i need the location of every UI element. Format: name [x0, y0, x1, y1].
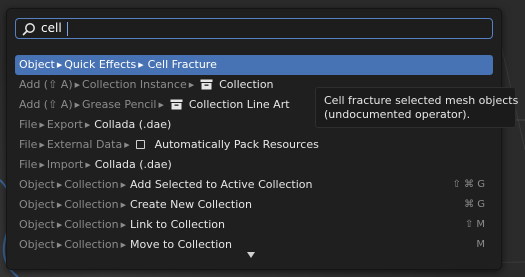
collection-icon [200, 79, 213, 90]
breadcrumb-arrow-icon: ▶ [120, 201, 127, 209]
breadcrumb-segment: External Data [46, 138, 123, 151]
result-item-label: Move to Collection [130, 238, 232, 251]
down-arrow-icon[interactable] [246, 251, 256, 259]
breadcrumb-arrow-icon: ▶ [39, 121, 45, 129]
search-result-row[interactable]: Object ▶ Collection ▶ Link to Collection ⇧ M [15, 215, 493, 235]
result-item-label: Collection Line Art [188, 98, 290, 111]
breadcrumb-segment: Collection Instance [82, 78, 187, 91]
result-item-label: Link to Collection [130, 218, 226, 231]
search-result-row[interactable]: File ▶ External Data ▶ Automatically Pack Re… [15, 135, 493, 155]
result-item-label: Add Selected to Active Collection [130, 178, 313, 191]
search-result-row[interactable]: Object ▶ Collection ▶ Add Selected to Active… [15, 175, 493, 195]
breadcrumb-arrow-icon: ▶ [74, 81, 81, 89]
breadcrumb-segment: Object [19, 198, 55, 211]
breadcrumb-segment: Import [46, 158, 84, 171]
breadcrumb-arrow-icon: ▶ [39, 161, 45, 169]
text-caret [67, 22, 68, 36]
result-item-label: Cell Fracture [147, 58, 217, 71]
result-item-label: Automatically Pack Resources [154, 138, 319, 151]
breadcrumb-segment: Object [19, 178, 55, 191]
search-result-row[interactable]: Object ▶ Collection ▶ Create New Collection ⌘… [15, 195, 493, 215]
breadcrumb-segment: Collection [64, 218, 119, 231]
checkbox-icon [135, 140, 145, 149]
breadcrumb-segment: Collection [64, 238, 119, 251]
collection-icon [170, 99, 183, 110]
breadcrumb-arrow-icon: ▶ [39, 141, 45, 149]
breadcrumb-segment: Collection [64, 178, 119, 191]
breadcrumb-segment: Object [19, 58, 55, 71]
breadcrumb-segment: Add (⇧ A) [19, 78, 73, 91]
result-item-label: Collada (.dae) [94, 158, 172, 171]
keyboard-shortcut: ⇧ ⌘ G [452, 179, 486, 190]
breadcrumb-arrow-icon: ▶ [56, 61, 63, 69]
breadcrumb-segment: Quick Effects [64, 58, 137, 71]
breadcrumb-arrow-icon: ▶ [158, 101, 164, 109]
search-input[interactable]: cell [15, 18, 493, 39]
breadcrumb-arrow-icon: ▶ [56, 221, 63, 229]
breadcrumb-arrow-icon: ▶ [56, 201, 63, 209]
breadcrumb-segment: Add (⇧ A) [19, 98, 73, 111]
breadcrumb-arrow-icon: ▶ [120, 181, 127, 189]
breadcrumb-segment: File [19, 118, 38, 131]
search-results-list: Object ▶ Quick Effects ▶ Cell Fracture Add (⇧… [15, 55, 493, 255]
search-input-text: cell [41, 21, 62, 35]
search-icon [22, 23, 35, 36]
search-result-row[interactable]: Object ▶ Quick Effects ▶ Cell Fracture [15, 55, 493, 75]
breadcrumb-arrow-icon: ▶ [56, 181, 63, 189]
tooltip: Cell fracture selected mesh objects (und… [315, 87, 519, 128]
breadcrumb-arrow-icon: ▶ [188, 81, 195, 89]
breadcrumb-segment: Export [46, 118, 83, 131]
breadcrumb-arrow-icon: ▶ [84, 121, 91, 129]
breadcrumb-segment: Grease Pencil [82, 98, 157, 111]
keyboard-shortcut: ⇧ M [464, 219, 485, 230]
keyboard-shortcut: ⌘ G [464, 199, 485, 210]
operator-search-popup: cell Object ▶ Quick Effects ▶ Cell Fracture A… [6, 8, 502, 270]
breadcrumb-segment: Object [19, 238, 55, 251]
breadcrumb-arrow-icon: ▶ [74, 101, 81, 109]
breadcrumb-arrow-icon: ▶ [120, 241, 127, 249]
result-item-label: Collada (.dae) [94, 118, 172, 131]
tooltip-line-2: (undocumented operator). [324, 108, 471, 121]
keyboard-shortcut: M [476, 239, 485, 250]
breadcrumb-segment: Collection [64, 198, 119, 211]
breadcrumb-arrow-icon: ▶ [85, 161, 91, 169]
breadcrumb-arrow-icon: ▶ [56, 241, 63, 249]
breadcrumb-arrow-icon: ▶ [120, 221, 127, 229]
breadcrumb-arrow-icon: ▶ [138, 61, 144, 69]
breadcrumb-segment: File [19, 158, 38, 171]
breadcrumb-segment: File [19, 138, 38, 151]
result-item-label: Collection [219, 78, 274, 91]
tooltip-line-1: Cell fracture selected mesh objects [324, 94, 519, 107]
breadcrumb-segment: Object [19, 218, 55, 231]
search-result-row[interactable]: File ▶ Import ▶ Collada (.dae) [15, 155, 493, 175]
result-item-label: Create New Collection [130, 198, 252, 211]
breadcrumb-arrow-icon: ▶ [124, 141, 130, 149]
